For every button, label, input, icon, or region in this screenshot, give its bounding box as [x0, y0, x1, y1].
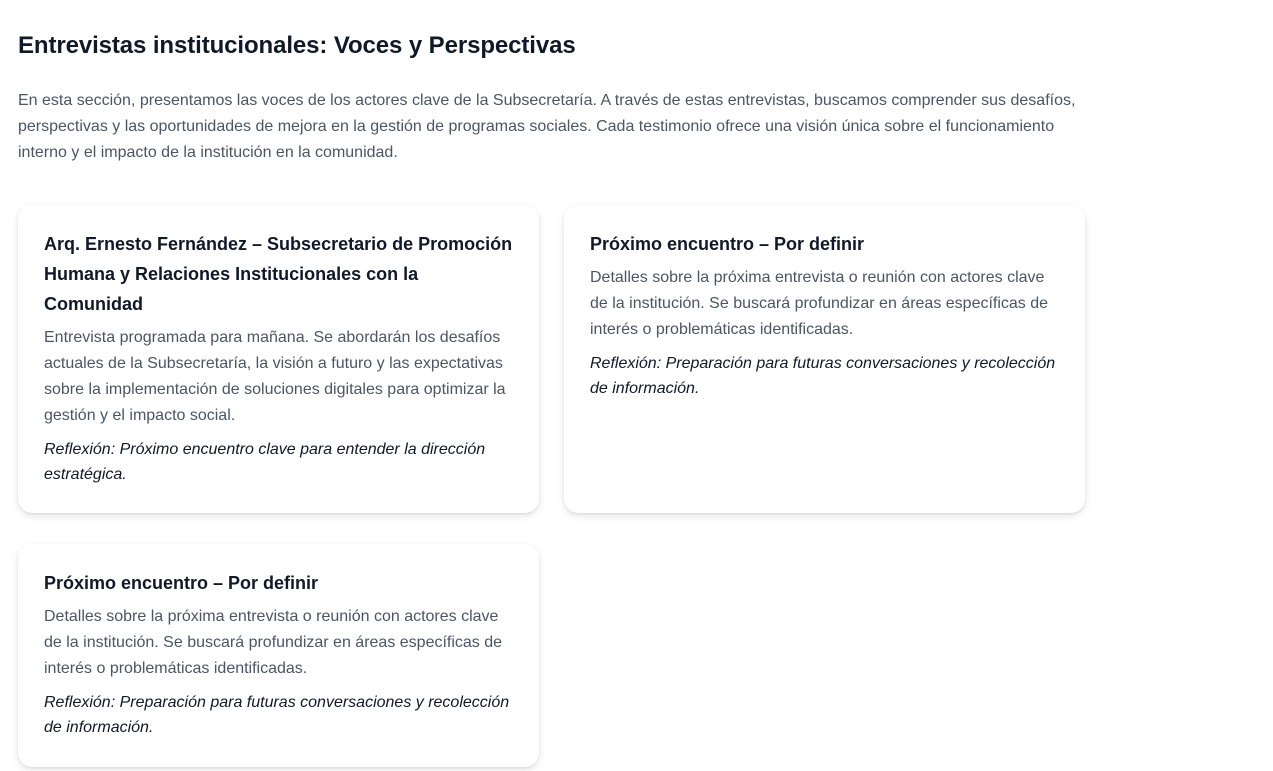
card-reflection: Reflexión: Preparación para futuras conv…: [44, 694, 510, 736]
card-title: Arq. Ernesto Fernández – Subsecretario d…: [44, 234, 513, 314]
card-reflection: Reflexión: Próximo encuentro clave para …: [44, 441, 486, 483]
interview-card: Próximo encuentro – Por definir Detalles…: [18, 544, 539, 767]
page-title: Entrevistas institucionales: Voces y Per…: [18, 32, 576, 59]
card-reflection: Reflexión: Preparación para futuras conv…: [590, 355, 1056, 397]
card-description: Detalles sobre la próxima entrevista o r…: [590, 269, 1049, 338]
card-description: Entrevista programada para mañana. Se ab…: [44, 329, 506, 424]
interview-card: Arq. Ernesto Fernández – Subsecretario d…: [18, 205, 539, 513]
intro-paragraph: En esta sección, presentamos las voces d…: [18, 92, 1076, 161]
interview-card: Próximo encuentro – Por definir Detalles…: [564, 205, 1085, 513]
card-description: Detalles sobre la próxima entrevista o r…: [44, 608, 503, 677]
card-title: Próximo encuentro – Por definir: [44, 573, 319, 593]
card-title: Próximo encuentro – Por definir: [590, 234, 865, 254]
